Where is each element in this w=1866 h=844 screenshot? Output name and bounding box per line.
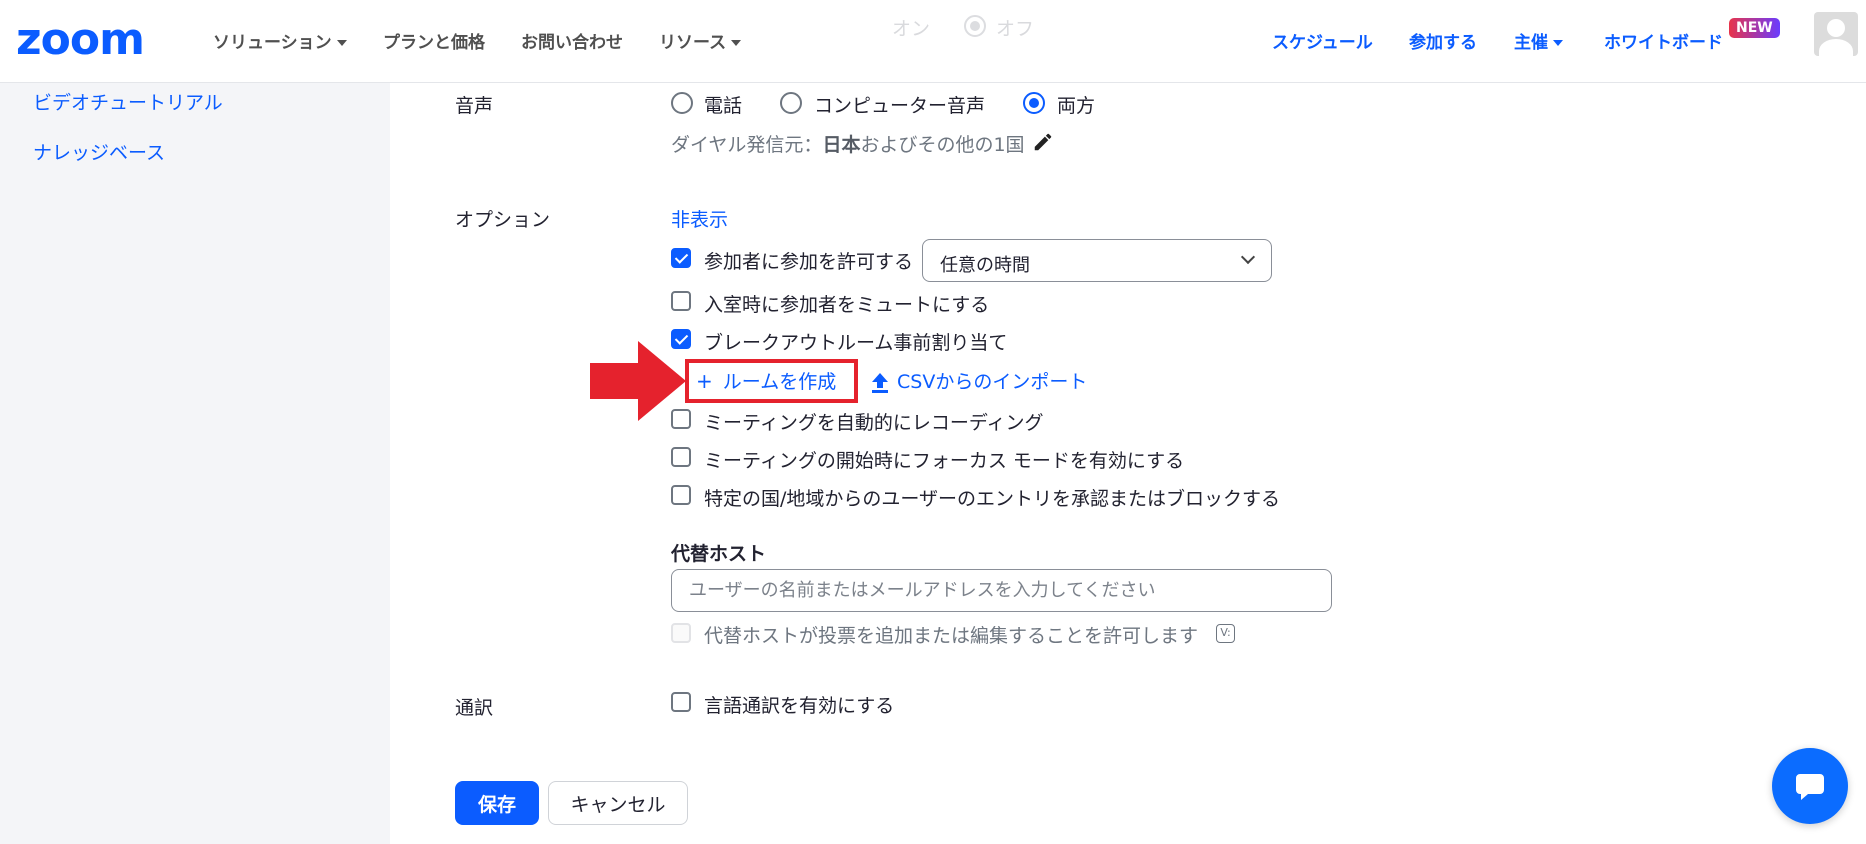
- nav-plans-pricing[interactable]: プランと価格: [383, 28, 485, 53]
- region-block-checkbox[interactable]: [671, 485, 691, 505]
- plus-icon: +: [696, 369, 713, 393]
- import-csv-button[interactable]: CSVからのインポート: [871, 367, 1087, 394]
- create-room-label: ルームを作成: [722, 371, 837, 393]
- ghost-radio-icon: [964, 15, 986, 37]
- interpretation-checkbox[interactable]: [671, 692, 691, 712]
- sidebar-link-knowledge-base[interactable]: ナレッジベース: [33, 138, 165, 165]
- audio-radio-both[interactable]: [1023, 92, 1045, 114]
- new-badge: NEW: [1729, 18, 1780, 38]
- region-block-label: 特定の国/地域からのユーザーのエントリを承認またはブロックする: [704, 488, 1281, 510]
- avatar-head: [1827, 19, 1845, 37]
- nav-resources-label: リソース: [659, 33, 727, 53]
- chevron-down-icon: [336, 40, 347, 46]
- nav-host-label: 主催: [1514, 33, 1548, 53]
- nav-resources[interactable]: リソース: [659, 28, 742, 53]
- nav-schedule[interactable]: スケジュール: [1272, 28, 1373, 53]
- focus-mode-label: ミーティングの開始時にフォーカス モードを有効にする: [704, 450, 1185, 472]
- ghost-off-label: オフ: [996, 18, 1035, 40]
- audio-option-computer[interactable]: コンピューター音声: [814, 91, 985, 118]
- avatar-shoulders: [1819, 39, 1853, 56]
- chevron-down-icon: [1553, 40, 1563, 46]
- sidebar: ビデオチュートリアル ナレッジベース: [0, 83, 390, 844]
- alt-host-input[interactable]: [671, 569, 1332, 612]
- alt-host-label: 代替ホスト: [671, 543, 767, 565]
- nav-solutions[interactable]: ソリューション: [213, 28, 347, 53]
- meeting-settings-form: 音声 電話 コンピューター音声 両方 ダイヤル発信元：日本およびその他の1国 オ…: [390, 83, 1866, 844]
- pencil-edit-icon[interactable]: [1032, 131, 1054, 153]
- auto-record-checkbox[interactable]: [671, 409, 691, 429]
- dial-country: 日本: [822, 134, 861, 156]
- nav-join[interactable]: 参加する: [1409, 28, 1477, 53]
- join-time-value: 任意の時間: [940, 255, 1030, 276]
- create-room-button[interactable]: + ルームを作成: [696, 367, 836, 394]
- info-icon[interactable]: V:: [1216, 624, 1235, 643]
- join-time-select[interactable]: 任意の時間: [922, 239, 1272, 282]
- interpretation-label: 通訳: [455, 697, 494, 719]
- zoom-logo[interactable]: zoom: [16, 18, 145, 62]
- dial-from-text: ダイヤル発信元：日本およびその他の1国: [671, 130, 1025, 157]
- chevron-down-icon: [731, 40, 742, 46]
- allow-join-label: 参加者に参加を許可する: [704, 251, 914, 273]
- avatar[interactable]: [1814, 12, 1858, 56]
- import-csv-label: CSVからのインポート: [897, 371, 1088, 393]
- cancel-button[interactable]: キャンセル: [548, 781, 688, 825]
- chat-button[interactable]: [1772, 748, 1848, 824]
- audio-radio-computer[interactable]: [780, 92, 802, 114]
- breakout-preassign-label: ブレークアウトルーム事前割り当て: [704, 332, 1008, 354]
- allow-join-checkbox[interactable]: [671, 248, 691, 268]
- nav-whiteboard[interactable]: ホワイトボード: [1604, 28, 1723, 53]
- ghost-on-label: オン: [892, 18, 931, 40]
- sidebar-link-video-tutorials[interactable]: ビデオチュートリアル: [33, 88, 223, 115]
- audio-option-phone[interactable]: 電話: [704, 91, 742, 118]
- upload-icon: [872, 372, 888, 393]
- audio-label: 音声: [455, 95, 494, 117]
- audio-option-both[interactable]: 両方: [1057, 91, 1095, 118]
- dial-suffix: およびその他の1国: [860, 134, 1025, 156]
- dial-prefix: ダイヤル発信元：: [671, 134, 823, 156]
- interpretation-enable-label: 言語通訳を有効にする: [704, 695, 895, 717]
- focus-mode-checkbox[interactable]: [671, 447, 691, 467]
- chat-bubble-icon: [1796, 774, 1824, 800]
- mute-on-entry-label: 入室時に参加者をミュートにする: [704, 294, 990, 316]
- save-button[interactable]: 保存: [455, 781, 539, 825]
- auto-record-label: ミーティングを自動的にレコーディング: [704, 412, 1044, 434]
- mute-on-entry-checkbox[interactable]: [671, 291, 691, 311]
- options-label: オプション: [455, 209, 551, 231]
- nav-contact[interactable]: お問い合わせ: [521, 28, 623, 53]
- hide-options-link[interactable]: 非表示: [671, 205, 728, 232]
- nav-solutions-label: ソリューション: [213, 33, 332, 53]
- chevron-down-icon: [1240, 249, 1256, 265]
- audio-radio-phone[interactable]: [671, 92, 693, 114]
- alt-host-poll-checkbox[interactable]: [671, 623, 691, 643]
- alt-host-poll-label: 代替ホストが投票を追加または編集することを許可します: [704, 625, 1199, 647]
- nav-host[interactable]: 主催: [1514, 28, 1563, 53]
- top-navigation-bar: オン オフ zoom ソリューション プランと価格 お問い合わせ リソース スケ…: [0, 0, 1866, 83]
